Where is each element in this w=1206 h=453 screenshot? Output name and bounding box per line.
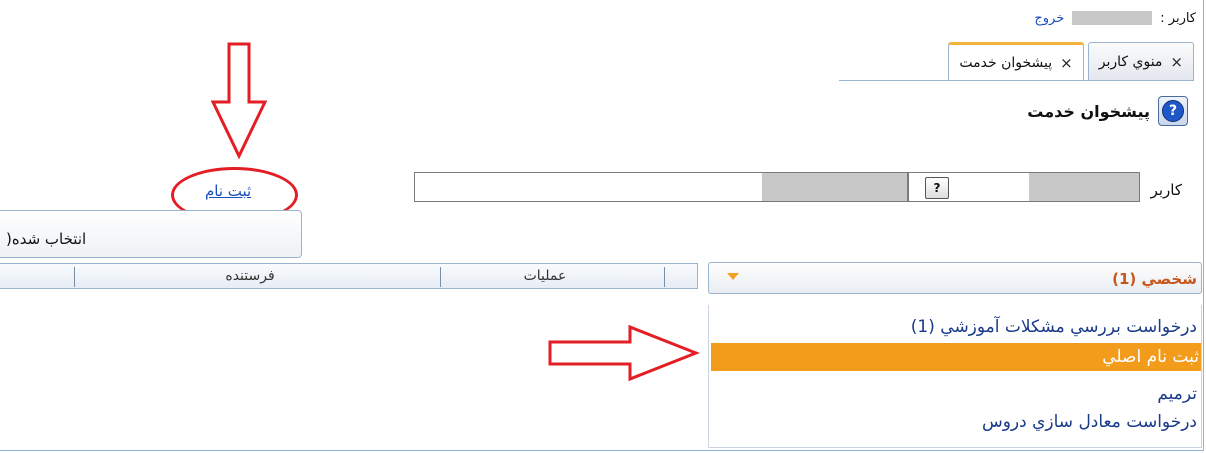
user-name-redacted	[1072, 11, 1153, 25]
help-icon: ?	[1162, 100, 1184, 122]
logout-link[interactable]: خروج	[1034, 11, 1064, 26]
redacted-value	[762, 173, 907, 201]
column-separator	[74, 267, 75, 287]
user-info-bar: کاربر : خروج	[1034, 8, 1196, 28]
menu-item-main-registration[interactable]: ثبت نام اصلي	[711, 343, 1201, 371]
user-label: کاربر :	[1160, 10, 1196, 26]
page-title: پیشخوان خدمت	[1027, 101, 1150, 121]
category-menu: درخواست بررسي مشکلات آموزشي (1) ثبت نام …	[708, 305, 1202, 448]
user-field-label: کاربر	[1150, 181, 1182, 199]
redacted-value	[1029, 173, 1139, 201]
tab-divider	[839, 80, 1194, 81]
column-separator	[664, 267, 665, 287]
annotation-arrow-down-icon	[211, 42, 267, 160]
chevron-down-icon[interactable]	[727, 273, 739, 280]
close-icon[interactable]: ×	[1170, 53, 1183, 71]
menu-item-course-equivalence[interactable]: درخواست معادل سازي دروس	[711, 408, 1199, 436]
category-title: شخصي (1)	[1112, 270, 1197, 288]
tab-label: منوي کاربر	[1098, 53, 1163, 70]
tab-bar: × منوي کاربر × پیشخوان خدمت	[948, 42, 1194, 80]
selected-count-label: انتخاب شده(	[6, 230, 87, 248]
column-separator	[440, 267, 441, 287]
user-name-display[interactable]	[414, 172, 908, 202]
close-icon[interactable]: ×	[1060, 54, 1073, 72]
tab-service-desk[interactable]: × پیشخوان خدمت	[948, 42, 1084, 80]
help-button[interactable]: ?	[1158, 96, 1188, 126]
column-header-sender[interactable]: فرستنده	[220, 268, 280, 284]
menu-item-education-issues[interactable]: درخواست بررسي مشکلات آموزشي (1)	[711, 313, 1199, 341]
column-header-operations[interactable]: عملیات	[515, 268, 575, 284]
menu-item-repair[interactable]: ترميم	[711, 380, 1199, 408]
page-header: ? پیشخوان خدمت	[1027, 96, 1188, 126]
tab-user-menu[interactable]: × منوي کاربر	[1087, 42, 1194, 80]
annotation-arrow-right-icon	[548, 324, 700, 382]
grid-header: فرستنده عملیات	[0, 263, 698, 289]
tab-label: پیشخوان خدمت	[959, 54, 1053, 71]
category-dropdown[interactable]: شخصي (1)	[708, 262, 1202, 294]
lookup-button[interactable]: ?	[925, 177, 949, 199]
